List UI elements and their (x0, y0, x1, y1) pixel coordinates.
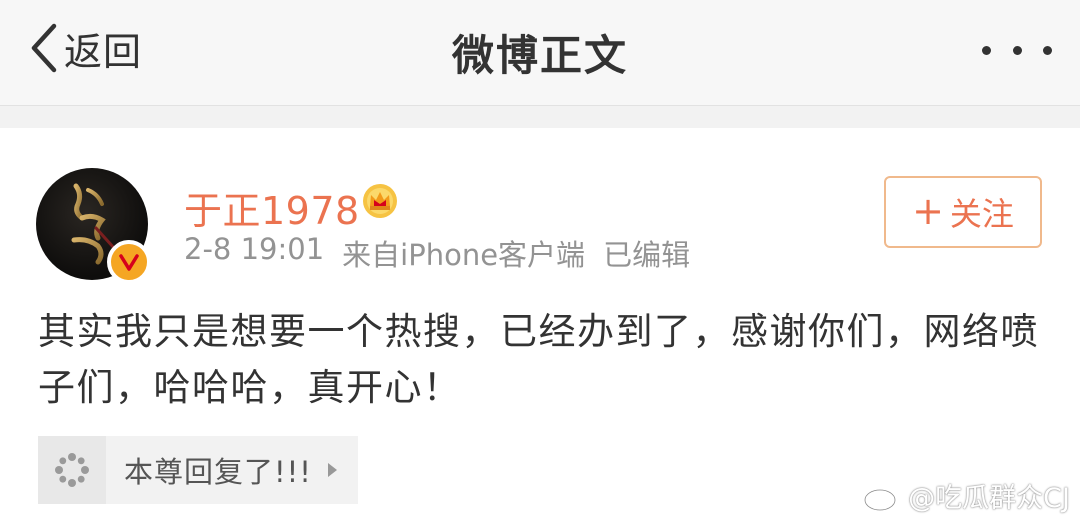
post-meta: 2-8 19:01 来自iPhone客户端 已编辑 (184, 232, 690, 274)
section-divider (0, 106, 1080, 128)
watermark: @吃瓜群众CJ (862, 476, 1070, 515)
more-options-button[interactable] (982, 36, 1052, 64)
repost-loading-icon (55, 453, 89, 487)
post-timestamp: 2-8 19:01 (184, 232, 325, 266)
verified-badge (107, 240, 151, 284)
plus-icon: + (912, 189, 944, 233)
weibo-logo-icon (863, 481, 902, 511)
post-content: 其实我只是想要一个热搜，已经办到了，感谢你们，网络喷子们，哈哈哈，真开心！ (38, 310, 1039, 409)
watermark-text: @吃瓜群众CJ (908, 483, 1070, 514)
repost-label: 本尊回复了!!! (124, 455, 312, 489)
chevron-right-icon (327, 463, 337, 477)
repost-thumbnail (38, 436, 106, 504)
page-title: 微博正文 (451, 31, 628, 80)
weibo-post: 于正1978 2-8 19:01 来自iPhone客户端 已编辑 + 关注 其实… (0, 128, 1080, 524)
post-edited[interactable]: 已编辑 (603, 232, 690, 274)
username[interactable]: 于正1978 (184, 180, 360, 235)
more-dots-icon (982, 45, 991, 55)
repost-card[interactable]: 本尊回复了!!! (38, 436, 358, 504)
follow-label: 关注 (949, 195, 1014, 233)
top-nav-bar: 返回 微博正文 (0, 0, 1080, 106)
crown-icon[interactable] (360, 180, 400, 220)
follow-button[interactable]: + 关注 (884, 176, 1042, 248)
post-source: 来自iPhone客户端 (342, 238, 586, 272)
verified-icon (119, 254, 139, 271)
